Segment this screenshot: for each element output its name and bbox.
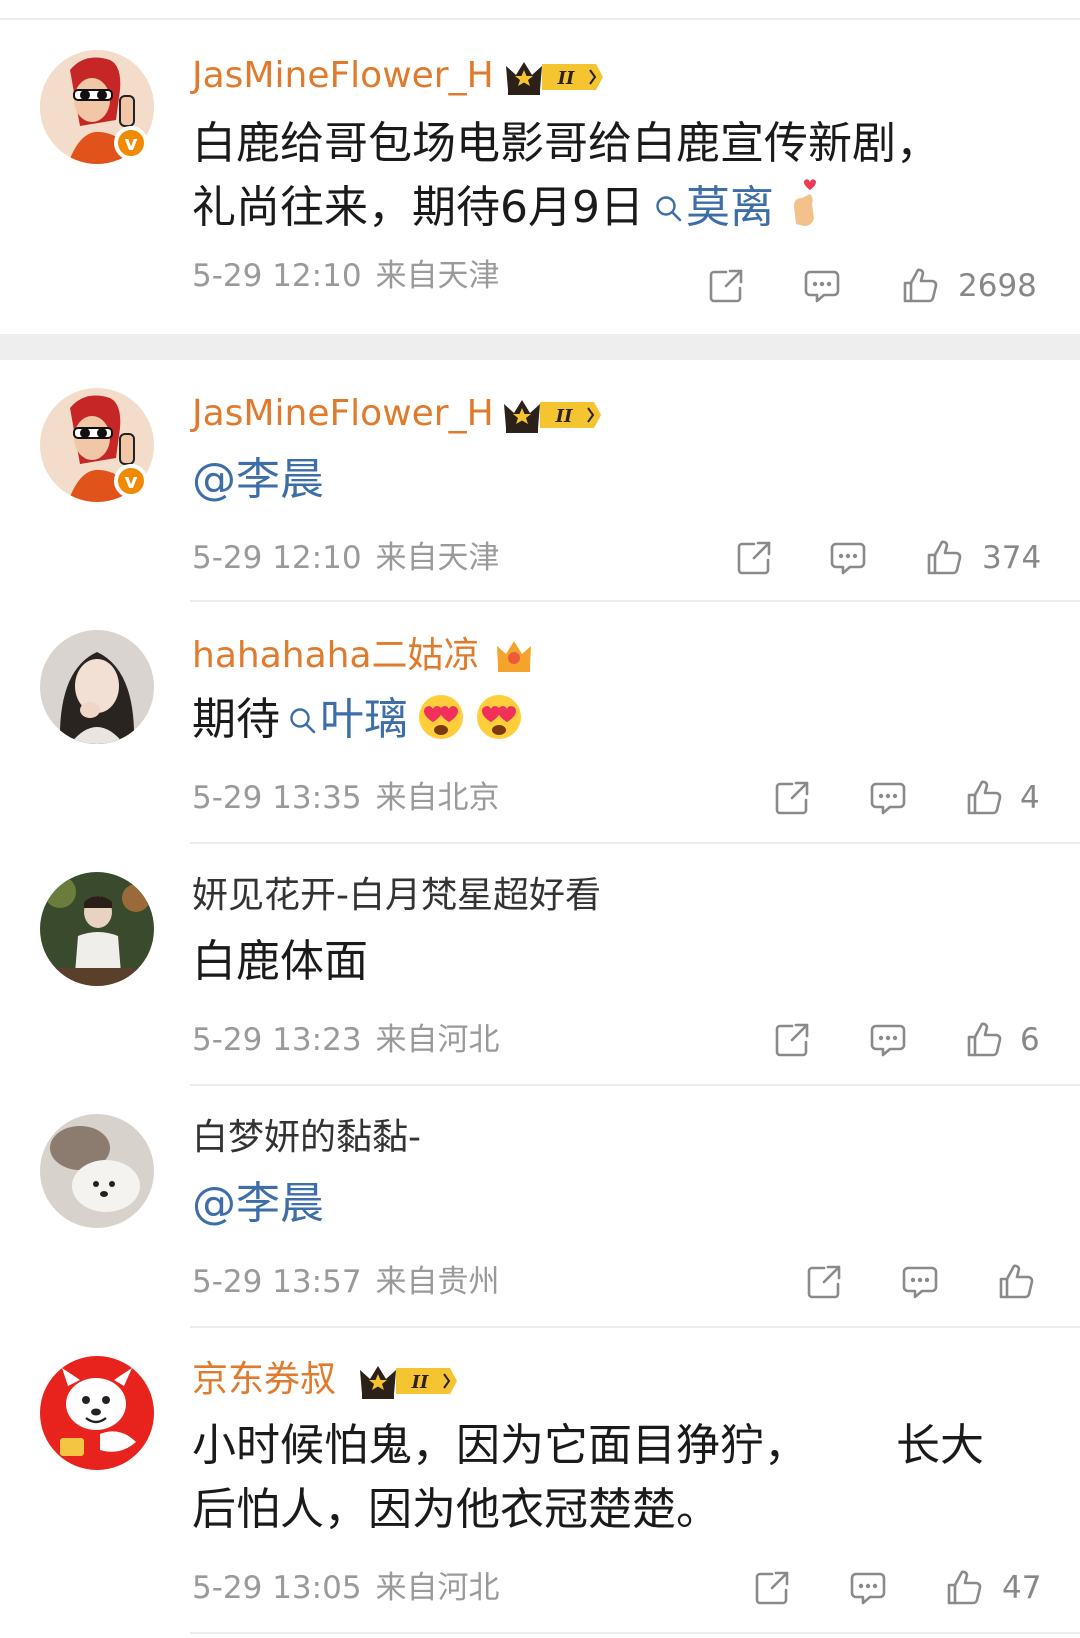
username[interactable]: JasMineFlower_H — [192, 54, 494, 98]
comment-meta: 5-29 13:23 来自河北 — [192, 1020, 500, 1060]
divider — [190, 1632, 1080, 1634]
divider — [190, 600, 1080, 602]
avatar[interactable] — [40, 1356, 154, 1470]
timestamp: 5-29 12:10 — [192, 540, 362, 576]
comment-text-line: 后怕人，因为他衣冠楚楚。 — [192, 1484, 720, 1535]
topic-label: 叶璃 — [320, 694, 408, 745]
like-icon[interactable] — [900, 266, 940, 306]
like-icon[interactable] — [964, 1020, 1004, 1060]
comment-text-line: 白鹿体面 — [192, 936, 368, 987]
avatar[interactable] — [40, 1114, 154, 1228]
comment-text-line: 礼尚往来，期待6月9日 莫离 — [192, 176, 824, 246]
like-icon[interactable] — [964, 778, 1004, 818]
mention-link[interactable]: @李晨 — [192, 448, 324, 512]
location: 来自天津 — [375, 540, 500, 576]
verified-badge-icon: v — [114, 464, 148, 498]
share-icon[interactable] — [706, 266, 746, 306]
divider — [190, 1084, 1080, 1086]
divider — [190, 842, 1080, 844]
share-icon[interactable] — [772, 1020, 812, 1060]
avatar[interactable] — [40, 872, 154, 986]
vip-crown-badge-icon[interactable] — [502, 396, 602, 434]
comment-icon[interactable] — [802, 266, 842, 306]
timestamp: 5-29 13:35 — [192, 780, 362, 816]
comment-icon[interactable] — [868, 1020, 908, 1060]
like-icon[interactable] — [924, 538, 964, 578]
topic-label: 莫离 — [686, 182, 774, 233]
comment-meta: 5-29 13:35 来自北京 — [192, 778, 500, 818]
comment-text-line: 白鹿给哥包场电影哥给白鹿宣传新剧， — [192, 118, 940, 169]
like-icon[interactable] — [996, 1262, 1036, 1302]
mention-link[interactable]: @李晨 — [192, 1172, 324, 1236]
vip-crown-badge-icon[interactable] — [494, 636, 534, 676]
username[interactable]: 妍见花开-白月梵星超好看 — [192, 874, 601, 918]
location: 来自河北 — [375, 1022, 500, 1058]
timestamp: 5-29 13:05 — [192, 1570, 362, 1606]
search-icon — [288, 706, 318, 736]
location: 来自北京 — [375, 780, 500, 816]
comment-meta: 5-29 13:05 来自河北 — [192, 1568, 500, 1608]
location: 来自贵州 — [375, 1264, 500, 1300]
like-icon[interactable] — [944, 1568, 984, 1608]
share-icon[interactable] — [804, 1262, 844, 1302]
vip-crown-badge-icon[interactable] — [358, 1362, 458, 1400]
timestamp: 5-29 13:57 — [192, 1264, 362, 1300]
comment-meta: 5-29 12:10 来自天津 — [192, 256, 500, 296]
username[interactable]: JasMineFlower_H — [192, 392, 494, 436]
location: 来自河北 — [375, 1570, 500, 1606]
location: 来自天津 — [375, 258, 500, 294]
verified-badge-icon: v — [114, 126, 148, 160]
username[interactable]: 白梦妍的黏黏- — [192, 1116, 421, 1160]
vip-crown-badge-icon[interactable] — [504, 58, 604, 96]
heart-eyes-emoji-icon — [416, 692, 466, 742]
section-separator — [0, 334, 1080, 360]
comment-text: 长大 — [896, 1420, 984, 1471]
search-icon — [654, 194, 684, 224]
comment-meta: 5-29 13:57 来自贵州 — [192, 1262, 500, 1302]
username[interactable]: hahahaha二姑凉 — [192, 634, 480, 678]
comment-text: 礼尚往来，期待6月9日 — [192, 182, 644, 233]
comment-text: 小时候怕鬼，因为它面目狰狞， — [192, 1420, 808, 1471]
share-icon[interactable] — [752, 1568, 792, 1608]
avatar[interactable] — [40, 630, 154, 744]
like-count: 2698 — [958, 268, 1037, 304]
comment-meta: 5-29 12:10 来自天津 — [192, 538, 500, 578]
comment-text-line: 期待 叶璃 — [192, 688, 524, 752]
username[interactable]: 京东券叔 — [192, 1358, 336, 1402]
finger-heart-emoji-icon — [784, 178, 824, 246]
divider — [190, 1326, 1080, 1328]
timestamp: 5-29 12:10 — [192, 258, 362, 294]
like-count: 6 — [1020, 1022, 1040, 1058]
comment-text: 期待 — [192, 694, 280, 745]
comment-icon[interactable] — [868, 778, 908, 818]
like-count: 47 — [1002, 1570, 1042, 1606]
comment-icon[interactable] — [828, 538, 868, 578]
share-icon[interactable] — [734, 538, 774, 578]
like-count: 4 — [1020, 780, 1040, 816]
top-divider — [0, 18, 1080, 20]
heart-eyes-emoji-icon — [474, 692, 524, 742]
comment-icon[interactable] — [848, 1568, 888, 1608]
topic-link[interactable]: 叶璃 — [280, 694, 408, 745]
topic-link[interactable]: 莫离 — [644, 182, 774, 233]
comment-text-line: 小时候怕鬼，因为它面目狰狞， 长大 — [192, 1414, 984, 1478]
comment-icon[interactable] — [900, 1262, 940, 1302]
like-count: 374 — [982, 540, 1042, 576]
timestamp: 5-29 13:23 — [192, 1022, 362, 1058]
share-icon[interactable] — [772, 778, 812, 818]
